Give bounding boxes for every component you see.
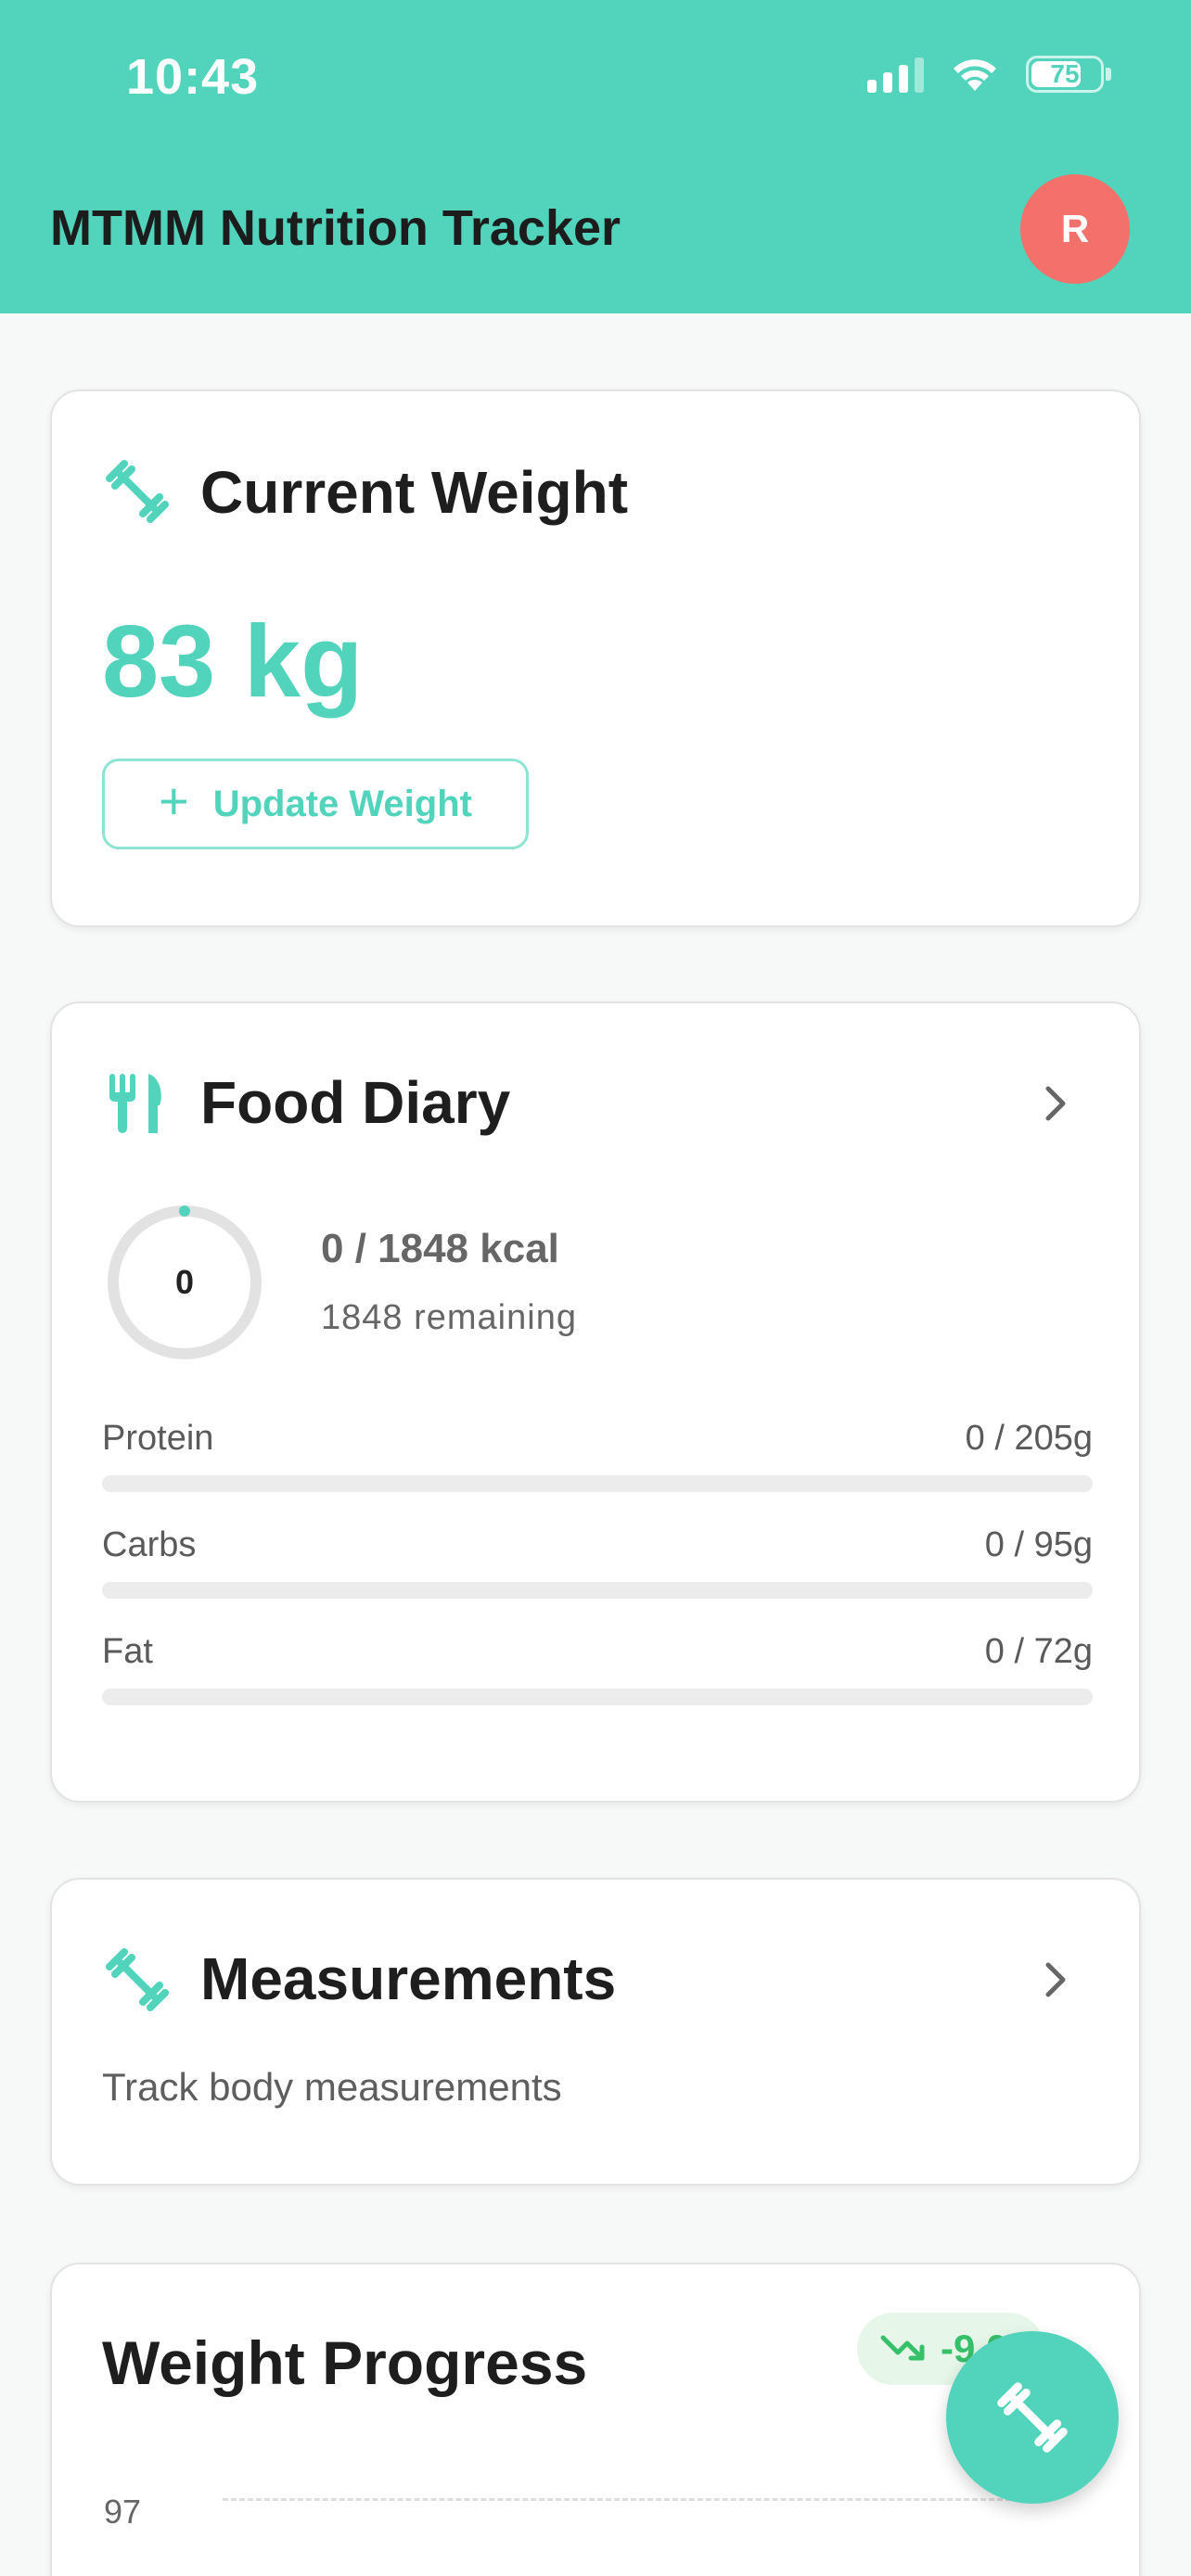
plus-icon: + bbox=[159, 772, 189, 830]
current-weight-value: 83 kg bbox=[102, 605, 364, 719]
current-weight-card: Current Weight 83 kg + Update Weight bbox=[50, 389, 1141, 927]
macro-label: Fat bbox=[102, 1632, 153, 1671]
macro-value: 0 / 95g bbox=[984, 1525, 1093, 1564]
app-title: MTMM Nutrition Tracker bbox=[50, 200, 621, 256]
battery-icon: 75 bbox=[1026, 56, 1104, 93]
food-diary-card[interactable]: Food Diary 0 0 / 1848 kcal 1848 remainin… bbox=[50, 1001, 1141, 1803]
macro-progress-bar bbox=[102, 1689, 1093, 1705]
macro-label: Carbs bbox=[102, 1525, 197, 1564]
macro-progress-bar bbox=[102, 1475, 1093, 1492]
log-workout-fab[interactable] bbox=[946, 2331, 1119, 2504]
macro-fat: Fat 0 / 72g bbox=[102, 1632, 1093, 1705]
calorie-summary: 0 / 1848 kcal bbox=[321, 1226, 559, 1271]
app-screen: 10:43 75 MTMM Nutrition Tracker R Curren… bbox=[0, 0, 1191, 2576]
macro-value: 0 / 72g bbox=[984, 1632, 1093, 1671]
macro-label: Protein bbox=[102, 1419, 214, 1458]
trend-down-icon bbox=[880, 2335, 925, 2361]
update-weight-button[interactable]: + Update Weight bbox=[102, 759, 529, 849]
food-diary-title: Food Diary bbox=[200, 1069, 511, 1136]
cellular-signal-icon bbox=[867, 56, 924, 93]
macro-protein: Protein 0 / 205g bbox=[102, 1419, 1093, 1492]
measurements-title: Measurements bbox=[200, 1945, 617, 2012]
status-time: 10:43 bbox=[126, 49, 260, 105]
user-avatar[interactable]: R bbox=[1020, 174, 1130, 284]
dumbbell-icon bbox=[997, 2382, 1068, 2453]
weight-progress-title: Weight Progress bbox=[102, 2328, 588, 2397]
calories-remaining: 1848 remaining bbox=[321, 1298, 577, 1337]
macro-carbs: Carbs 0 / 95g bbox=[102, 1525, 1093, 1599]
dumbbell-icon bbox=[106, 460, 169, 523]
macro-value: 0 / 205g bbox=[965, 1419, 1093, 1458]
update-weight-label: Update Weight bbox=[212, 783, 472, 824]
status-icons: 75 bbox=[867, 56, 1111, 93]
dumbbell-icon bbox=[106, 1948, 169, 2011]
app-header: 10:43 75 MTMM Nutrition Tracker R bbox=[0, 0, 1191, 313]
current-weight-title: Current Weight bbox=[200, 459, 629, 526]
chart-grid-line bbox=[223, 2498, 1011, 2501]
measurements-subtitle: Track body measurements bbox=[102, 2065, 562, 2109]
chevron-right-icon[interactable] bbox=[1037, 1958, 1074, 2002]
battery-level: 75 bbox=[1050, 59, 1080, 88]
fork-knife-icon bbox=[109, 1074, 161, 1133]
calorie-ring-value: 0 bbox=[174, 1263, 195, 1301]
chevron-right-icon[interactable] bbox=[1037, 1081, 1074, 1126]
measurements-card[interactable]: Measurements Track body measurements bbox=[50, 1878, 1141, 2186]
wifi-icon bbox=[954, 59, 996, 91]
macro-progress-bar bbox=[102, 1582, 1093, 1599]
chart-axis-label: 97 bbox=[104, 2493, 142, 2531]
calorie-ring: 0 bbox=[106, 1204, 263, 1361]
